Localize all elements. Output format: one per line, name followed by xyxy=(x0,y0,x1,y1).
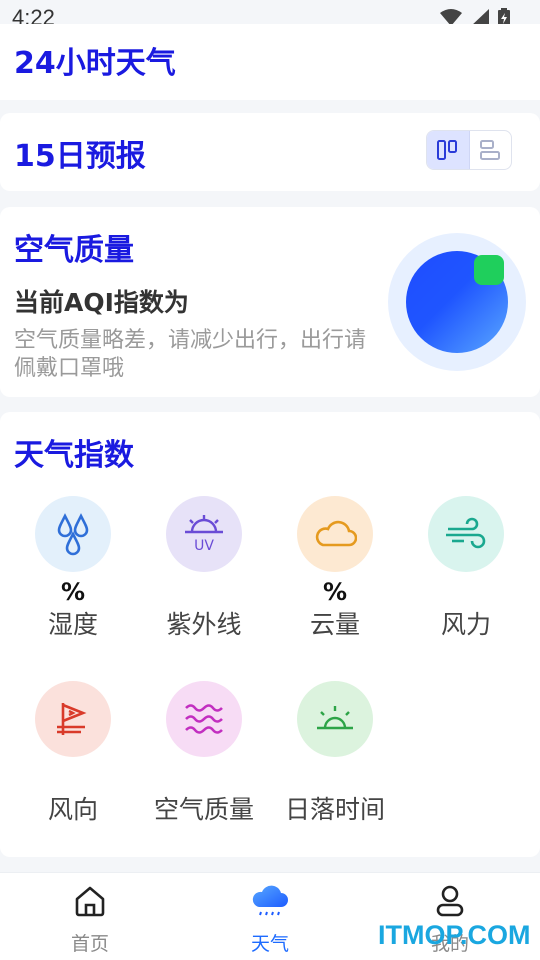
index-item-wind[interactable]: 风力 xyxy=(401,496,531,642)
user-icon xyxy=(436,885,464,917)
droplets-icon xyxy=(57,513,89,556)
wind-direction-icon-circle xyxy=(35,681,111,757)
wind-value xyxy=(401,576,531,608)
air-quality-title: 空气质量 xyxy=(14,233,134,268)
air-waves-icon-circle xyxy=(166,681,242,757)
wind-direction-value xyxy=(8,761,138,793)
humidity-label: 湿度 xyxy=(47,610,98,639)
sunset-icon-circle xyxy=(297,681,373,757)
uv-icon-circle: UV xyxy=(166,496,242,572)
index-item-cloud[interactable]: % 云量 xyxy=(270,496,400,642)
sunset-value xyxy=(270,761,400,793)
aqi-label: 当前AQI指数为 xyxy=(14,288,189,317)
wind-direction-label: 风向 xyxy=(47,795,98,824)
vertical-view-button[interactable] xyxy=(427,131,470,169)
uv-value xyxy=(139,576,269,608)
weather-cloud-icon xyxy=(252,885,288,916)
air-quality-card: 空气质量 当前AQI指数为 空气质量略差，请减少出行，出行请佩戴口罩哦 xyxy=(0,207,540,397)
tab-home[interactable]: 首页 xyxy=(0,881,180,956)
uv-icon: UV xyxy=(185,515,223,554)
wind-label: 风力 xyxy=(440,610,491,639)
watermark: ITMOP.COM xyxy=(378,920,531,950)
index-item-wind-direction[interactable]: 风向 xyxy=(8,681,138,827)
sunset-icon xyxy=(317,706,353,730)
index-item-sunset[interactable]: 日落时间 xyxy=(270,681,400,827)
forecast-title: 15日预报 xyxy=(14,139,146,174)
index-item-humidity[interactable]: % 湿度 xyxy=(8,496,138,642)
index-item-uv[interactable]: UV 紫外线 xyxy=(139,496,269,642)
cloud-icon-circle xyxy=(297,496,373,572)
uv-label: 紫外线 xyxy=(166,610,242,639)
humidity-icon-circle xyxy=(35,496,111,572)
home-icon xyxy=(75,886,105,917)
forecast-view-toggle[interactable] xyxy=(426,130,512,170)
horizontal-view-button[interactable] xyxy=(470,131,512,169)
cloud-icon xyxy=(315,520,357,547)
horizontal-layout-icon xyxy=(480,140,501,160)
tab-home-label: 首页 xyxy=(70,933,109,955)
humidity-value: % xyxy=(60,578,86,606)
sunset-label: 日落时间 xyxy=(284,795,385,824)
air-quality-index-label: 空气质量 xyxy=(153,795,254,824)
cloud-value: % xyxy=(322,578,348,606)
wind-icon-circle xyxy=(428,496,504,572)
hourly-weather-title: 24小时天气 xyxy=(14,46,176,81)
wind-direction-icon xyxy=(57,703,87,735)
tab-weather[interactable]: 天气 xyxy=(180,881,360,956)
wind-icon xyxy=(446,517,486,549)
forecast-card: 15日预报 xyxy=(0,113,540,191)
weather-index-card: 天气指数 % 湿度 UV 紫外线 % 云量 风力 风向 空气质量 日落时间 xyxy=(0,412,540,857)
air-quality-index-value xyxy=(139,761,269,793)
vertical-layout-icon xyxy=(436,140,457,160)
svg-text:UV: UV xyxy=(194,538,214,554)
air-waves-icon xyxy=(185,704,223,734)
weather-index-title: 天气指数 xyxy=(14,438,134,473)
aqi-description: 空气质量略差，请减少出行，出行请佩戴口罩哦 xyxy=(14,328,367,381)
cloud-label: 云量 xyxy=(309,610,360,639)
index-item-air-quality[interactable]: 空气质量 xyxy=(139,681,269,827)
hourly-weather-card: 24小时天气 xyxy=(0,24,540,100)
aqi-status-indicator xyxy=(474,255,504,285)
tab-weather-label: 天气 xyxy=(250,933,289,955)
